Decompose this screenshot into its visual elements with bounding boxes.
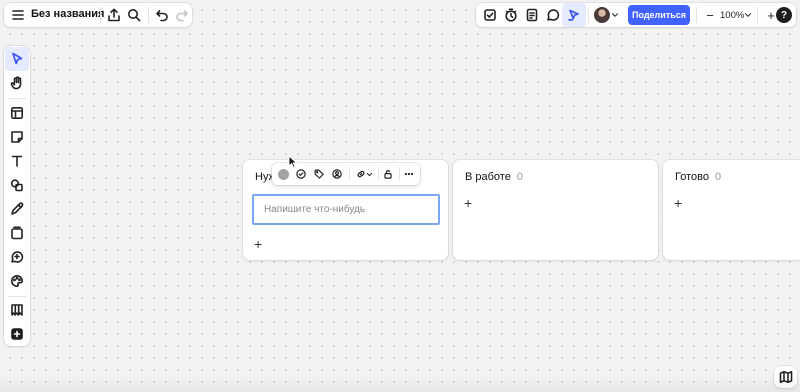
- add-card-button[interactable]: +: [464, 196, 472, 210]
- more-tools-icon[interactable]: [5, 322, 29, 346]
- pen-tool-icon[interactable]: [5, 197, 29, 221]
- mouse-cursor-icon: [288, 155, 298, 168]
- divider: [696, 7, 697, 23]
- color-tool-icon[interactable]: [5, 269, 29, 293]
- divider: [100, 7, 101, 23]
- link-chevron-down-icon[interactable]: [364, 165, 374, 183]
- top-left-toolbar: Без названия: [4, 3, 192, 27]
- column-title-text: В работе: [465, 171, 511, 183]
- bottom-shade: [0, 376, 800, 392]
- add-card-button[interactable]: +: [254, 237, 262, 251]
- divider: [588, 7, 589, 23]
- column-title: Готово 0: [675, 171, 721, 183]
- divider: [8, 296, 26, 297]
- tag-icon[interactable]: [310, 165, 328, 183]
- zoom-out-button[interactable]: −: [698, 3, 722, 27]
- kanban-tool-icon[interactable]: [5, 298, 29, 322]
- help-button[interactable]: ?: [776, 7, 792, 23]
- top-right-toolbar: Поделиться − 100% + ?: [476, 3, 796, 27]
- column-title: В работе 0: [465, 171, 523, 183]
- cursor-presence-icon[interactable]: [562, 3, 586, 27]
- search-icon[interactable]: [122, 3, 146, 27]
- board-title[interactable]: Без названия: [31, 8, 104, 20]
- zoom-level[interactable]: 100%: [720, 10, 744, 21]
- new-card-input[interactable]: [252, 194, 440, 225]
- add-comment-tool-icon[interactable]: [5, 245, 29, 269]
- zoom-chevron-down-icon[interactable]: [742, 7, 754, 23]
- menu-icon[interactable]: [6, 3, 30, 27]
- column-title-text: Готово: [675, 171, 709, 183]
- templates-tool-icon[interactable]: [5, 101, 29, 125]
- divider: [757, 7, 758, 23]
- share-button[interactable]: Поделиться: [628, 5, 690, 25]
- divider: [349, 167, 350, 181]
- divider: [148, 7, 149, 23]
- text-tool-icon[interactable]: [5, 149, 29, 173]
- select-tool-icon[interactable]: [5, 47, 29, 71]
- divider: [8, 98, 26, 99]
- hand-tool-icon[interactable]: [5, 71, 29, 95]
- more-options-icon[interactable]: [400, 165, 418, 183]
- add-card-button[interactable]: +: [674, 196, 682, 210]
- frame-tool-icon[interactable]: [5, 221, 29, 245]
- card-color-dot[interactable]: [278, 169, 289, 180]
- column-count: 0: [714, 171, 722, 183]
- column-count: 0: [516, 171, 523, 183]
- kanban-column[interactable]: В работе 0 +: [453, 160, 658, 260]
- shapes-tool-icon[interactable]: [5, 173, 29, 197]
- chevron-down-icon[interactable]: [609, 7, 621, 23]
- kanban-column[interactable]: Готово 0 +: [663, 160, 800, 260]
- sticky-note-tool-icon[interactable]: [5, 125, 29, 149]
- redo-icon[interactable]: [170, 3, 194, 27]
- lock-icon[interactable]: [379, 165, 397, 183]
- left-toolbar: [4, 46, 30, 346]
- assignee-icon[interactable]: [328, 165, 346, 183]
- user-avatar[interactable]: [594, 7, 610, 23]
